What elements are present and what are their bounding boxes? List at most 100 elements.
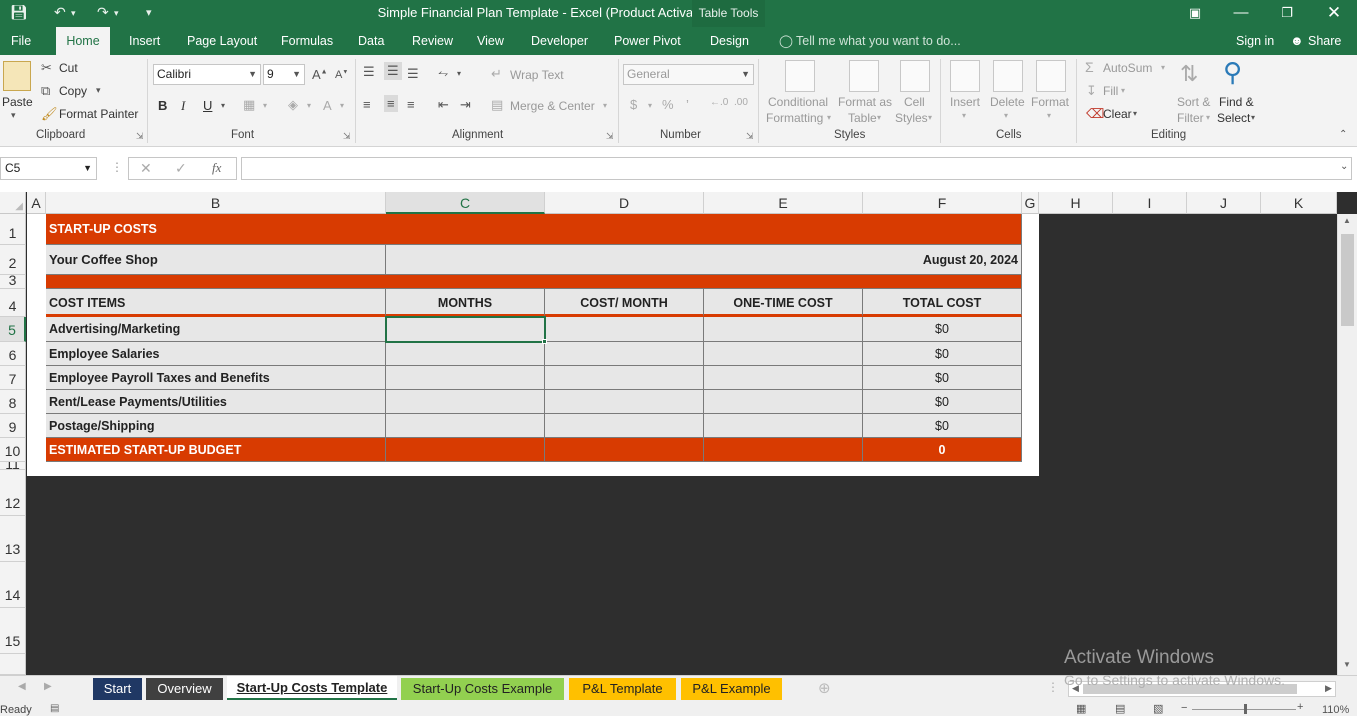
scroll-tabs-right-icon[interactable]: ▶ bbox=[44, 681, 52, 692]
sheet-tab-startup-costs-template[interactable]: Start-Up Costs Template bbox=[227, 676, 397, 700]
row-header-13[interactable]: 13 bbox=[0, 516, 26, 562]
align-left-icon[interactable]: ≡ bbox=[363, 97, 371, 112]
item-name-cell[interactable]: Advertising/Marketing bbox=[46, 317, 386, 342]
format-cells-button[interactable]: Format bbox=[1031, 95, 1069, 109]
total-cost-cell[interactable]: $0 bbox=[863, 414, 1022, 438]
font-size-select[interactable]: 9 ▼ bbox=[263, 64, 305, 85]
row-header-6[interactable]: 6 bbox=[0, 342, 26, 366]
row-header-4[interactable]: 4 bbox=[0, 289, 26, 317]
one-time-cost-cell[interactable] bbox=[704, 342, 863, 366]
total-cost-cell[interactable]: $0 bbox=[863, 390, 1022, 414]
tab-developer[interactable]: Developer bbox=[531, 27, 588, 55]
fill-color-dropdown-icon[interactable]: ▾ bbox=[307, 101, 311, 110]
cut-icon[interactable]: ✂ bbox=[41, 60, 52, 76]
paste-icon[interactable] bbox=[3, 61, 31, 91]
comma-icon[interactable]: ’ bbox=[686, 97, 689, 112]
sheet-tab-pl-template[interactable]: P&L Template bbox=[569, 678, 676, 700]
alignment-launcher-icon[interactable]: ⇲ bbox=[606, 131, 614, 142]
merge-dropdown-icon[interactable]: ▾ bbox=[603, 101, 607, 110]
one-time-cost-cell[interactable] bbox=[704, 414, 863, 438]
column-header-c[interactable]: C bbox=[386, 192, 545, 214]
cell-styles-label[interactable]: Cell bbox=[904, 95, 925, 109]
align-right-icon[interactable]: ≡ bbox=[407, 97, 415, 112]
page-break-view-icon[interactable]: ▧ bbox=[1153, 702, 1163, 715]
column-header-k[interactable]: K bbox=[1261, 192, 1337, 214]
item-name-cell[interactable]: Employee Payroll Taxes and Benefits bbox=[46, 366, 386, 390]
page-layout-view-icon[interactable]: ▤ bbox=[1115, 702, 1125, 715]
insert-cells-button[interactable]: Insert bbox=[950, 95, 980, 109]
sort-filter-label[interactable]: Sort & bbox=[1177, 95, 1210, 109]
number-format-select[interactable]: General ▼ bbox=[623, 64, 754, 85]
tab-power-pivot[interactable]: Power Pivot bbox=[614, 27, 681, 55]
total-cost-cell[interactable]: $0 bbox=[863, 366, 1022, 390]
tell-me-search[interactable]: Tell me what you want to do... bbox=[796, 27, 961, 55]
orientation-icon[interactable]: ⥊ bbox=[438, 65, 448, 81]
name-box[interactable]: C5 ▼ bbox=[0, 157, 97, 180]
row-header-14[interactable]: 14 bbox=[0, 562, 26, 608]
tab-view[interactable]: View bbox=[477, 27, 504, 55]
underline-dropdown-icon[interactable]: ▾ bbox=[221, 101, 225, 110]
row-header-3[interactable]: 3 bbox=[0, 275, 26, 289]
number-launcher-icon[interactable]: ⇲ bbox=[746, 131, 754, 142]
header-months[interactable]: MONTHS bbox=[386, 289, 545, 317]
column-header-e[interactable]: E bbox=[704, 192, 863, 214]
cost-month-cell[interactable] bbox=[545, 414, 704, 438]
scroll-down-icon[interactable]: ▼ bbox=[1343, 660, 1351, 669]
column-header-d[interactable]: D bbox=[545, 192, 704, 214]
zoom-level[interactable]: 110% bbox=[1322, 704, 1349, 716]
format-as-table-icon[interactable] bbox=[849, 60, 879, 92]
total-label-cell[interactable]: ESTIMATED START-UP BUDGET bbox=[46, 438, 386, 462]
column-header-b[interactable]: B bbox=[46, 192, 386, 214]
delete-cells-button[interactable]: Delete bbox=[990, 95, 1025, 109]
conditional-formatting-icon[interactable] bbox=[785, 60, 815, 92]
cost-month-cell[interactable] bbox=[545, 390, 704, 414]
cut-button[interactable]: Cut bbox=[59, 61, 78, 75]
row-header-1[interactable]: 1 bbox=[0, 214, 26, 245]
merge-center-icon[interactable]: ▤ bbox=[491, 97, 503, 113]
collapse-ribbon-icon[interactable]: ⌃ bbox=[1339, 129, 1347, 140]
company-name-cell[interactable]: Your Coffee Shop bbox=[46, 245, 386, 275]
one-time-cost-cell[interactable] bbox=[704, 317, 863, 342]
find-select-label-2[interactable]: Select bbox=[1217, 111, 1250, 125]
header-one-time-cost[interactable]: ONE-TIME COST bbox=[704, 289, 863, 317]
item-name-cell[interactable]: Employee Salaries bbox=[46, 342, 386, 366]
cell-styles-icon[interactable] bbox=[900, 60, 930, 92]
clear-dropdown-icon[interactable]: ▾ bbox=[1133, 109, 1137, 118]
total-value-cell[interactable]: 0 bbox=[863, 438, 1022, 462]
normal-view-icon[interactable]: ▦ bbox=[1076, 702, 1086, 715]
cell-styles-label-2[interactable]: Styles bbox=[895, 111, 928, 125]
tab-splitter-icon[interactable]: ⋮ bbox=[1047, 680, 1059, 694]
tab-home[interactable]: Home bbox=[56, 27, 110, 55]
tab-insert[interactable]: Insert bbox=[129, 27, 160, 55]
autosum-dropdown-icon[interactable]: ▾ bbox=[1161, 63, 1165, 72]
zoom-slider-thumb[interactable] bbox=[1244, 704, 1247, 714]
zoom-out-icon[interactable]: − bbox=[1181, 702, 1187, 714]
total-months-cell[interactable] bbox=[386, 438, 545, 462]
header-cost-items[interactable]: COST ITEMS bbox=[46, 289, 386, 317]
row-header-9[interactable]: 9 bbox=[0, 414, 26, 438]
increase-indent-icon[interactable]: ⇥ bbox=[460, 97, 471, 113]
percent-icon[interactable]: % bbox=[662, 97, 674, 112]
align-center-icon[interactable]: ≡ bbox=[384, 95, 398, 112]
tab-page-layout[interactable]: Page Layout bbox=[187, 27, 257, 55]
worksheet-grid[interactable]: ◢ A B C D E F G H I J K 1 2 3 4 5 6 7 8 … bbox=[0, 192, 1357, 675]
tab-review[interactable]: Review bbox=[412, 27, 453, 55]
insert-function-icon[interactable]: fx bbox=[212, 160, 221, 176]
share-person-icon[interactable]: ☻ bbox=[1290, 27, 1304, 55]
months-cell[interactable] bbox=[386, 342, 545, 366]
increase-decimal-icon[interactable]: ←.0 bbox=[710, 97, 728, 108]
align-bottom-icon[interactable]: ☰ bbox=[407, 66, 419, 82]
conditional-formatting-label[interactable]: Conditional bbox=[768, 95, 828, 109]
one-time-cost-cell[interactable] bbox=[704, 390, 863, 414]
sheet-tab-overview[interactable]: Overview bbox=[146, 678, 223, 700]
fill-button[interactable]: Fill bbox=[1103, 84, 1118, 98]
tab-data[interactable]: Data bbox=[358, 27, 384, 55]
sheet-tab-start[interactable]: Start bbox=[93, 678, 142, 700]
conditional-formatting-label-2[interactable]: Formatting bbox=[766, 111, 823, 125]
eraser-icon[interactable]: ⌫ bbox=[1086, 106, 1104, 122]
fill-icon[interactable]: ↧ bbox=[1086, 83, 1097, 99]
row-header-10[interactable]: 10 bbox=[0, 438, 26, 462]
zoom-in-icon[interactable]: + bbox=[1297, 701, 1303, 713]
sort-filter-icon[interactable]: ⇅ bbox=[1180, 61, 1198, 87]
align-top-icon[interactable]: ☰ bbox=[363, 64, 375, 80]
